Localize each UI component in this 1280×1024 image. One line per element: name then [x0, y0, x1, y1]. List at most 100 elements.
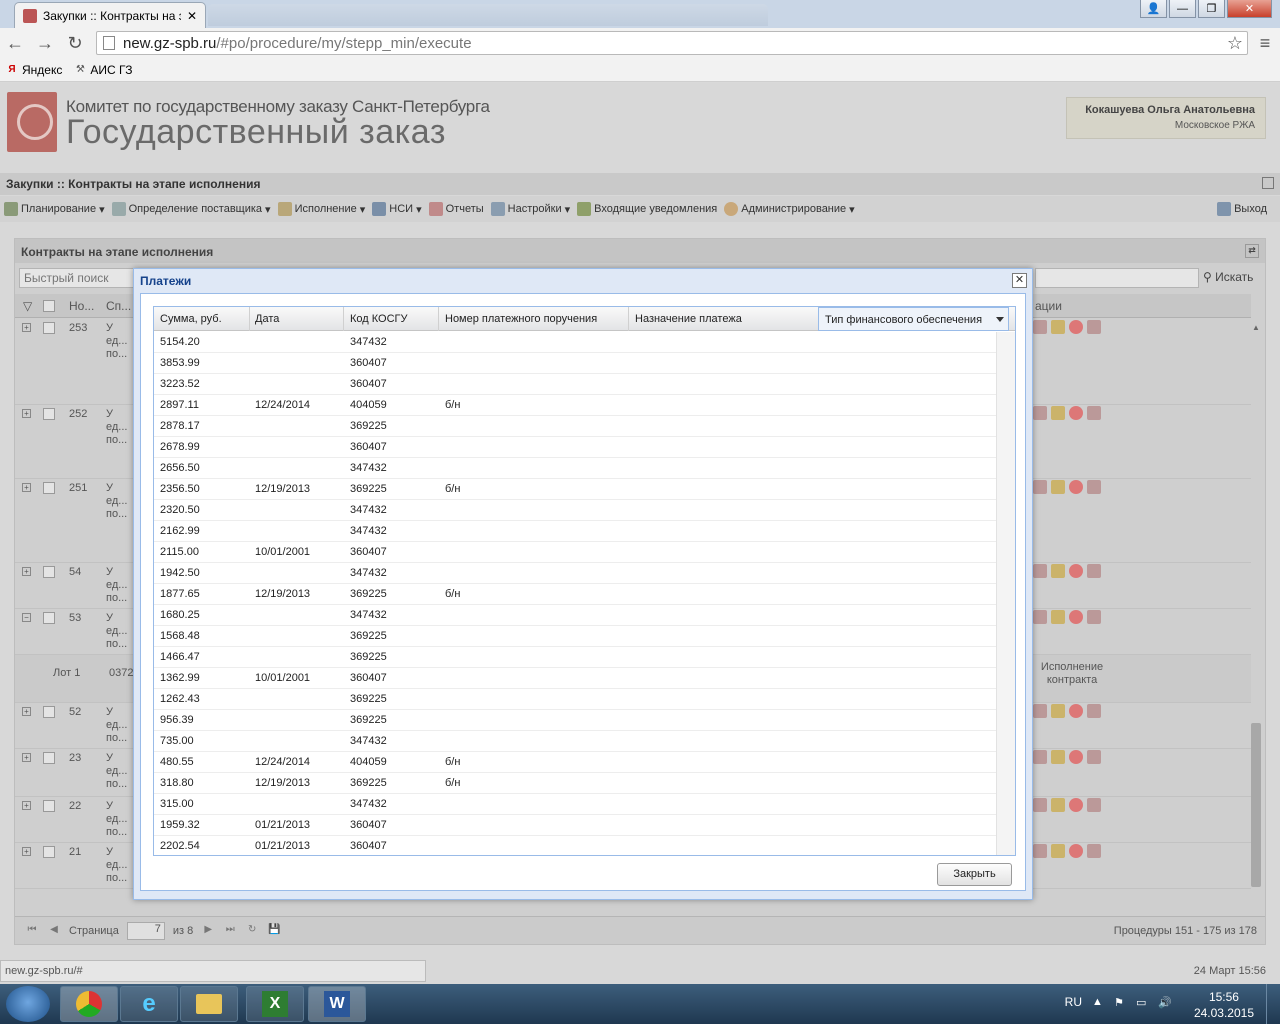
stop-icon[interactable]: [1069, 844, 1083, 858]
payment-row[interactable]: 956.39 369225: [154, 710, 996, 731]
row-checkbox[interactable]: [43, 566, 55, 578]
menu-settings[interactable]: Настройки ▾: [490, 202, 570, 216]
prev-page-icon[interactable]: ◀: [47, 924, 61, 938]
document-icon[interactable]: [1033, 406, 1047, 420]
payment-row[interactable]: 735.00 347432: [154, 731, 996, 752]
stop-icon[interactable]: [1069, 564, 1083, 578]
filter-icon[interactable]: ▽: [23, 299, 32, 313]
search-field[interactable]: [1035, 268, 1199, 288]
row-checkbox[interactable]: [43, 408, 55, 420]
search-button[interactable]: ⚲ Искать: [1203, 270, 1253, 284]
document-icon[interactable]: [1033, 750, 1047, 764]
col-date[interactable]: Дата: [249, 307, 344, 331]
payment-row[interactable]: 3223.52 360407: [154, 374, 996, 395]
column-menu-icon[interactable]: [996, 317, 1004, 322]
edit-icon[interactable]: [1051, 844, 1065, 858]
users-icon[interactable]: [1087, 704, 1101, 718]
taskbar-ie[interactable]: e: [120, 986, 178, 1022]
volume-icon[interactable]: 🔊: [1158, 996, 1172, 1010]
refresh-icon[interactable]: ⇄: [1245, 244, 1259, 258]
users-icon[interactable]: [1087, 406, 1101, 420]
page-input[interactable]: 7: [126, 921, 165, 940]
edit-icon[interactable]: [1051, 610, 1065, 624]
save-icon[interactable]: 💾: [267, 924, 281, 938]
document-icon[interactable]: [1033, 320, 1047, 334]
expand-icon[interactable]: +: [22, 801, 31, 810]
payment-row[interactable]: 2115.00 10/01/2001 360407: [154, 542, 996, 563]
chrome-menu-icon[interactable]: ≡: [1250, 33, 1280, 54]
next-page-icon[interactable]: ▶: [201, 924, 215, 938]
contracts-scrollbar[interactable]: ▲: [1249, 319, 1263, 899]
col-operations[interactable]: ации: [1035, 299, 1062, 313]
users-icon[interactable]: [1087, 798, 1101, 812]
col-number[interactable]: Но...: [69, 299, 94, 313]
back-icon[interactable]: ←: [0, 33, 30, 54]
bookmark-yandex[interactable]: Я Яндекс: [6, 63, 62, 77]
maximize-button[interactable]: ❐: [1198, 0, 1225, 18]
payment-row[interactable]: 1877.65 12/19/2013 369225 б/н: [154, 584, 996, 605]
expand-icon[interactable]: −: [22, 613, 31, 622]
start-button[interactable]: [6, 986, 50, 1022]
payment-row[interactable]: 315.00 347432: [154, 794, 996, 815]
row-checkbox[interactable]: [43, 846, 55, 858]
bookmark-star-icon[interactable]: ☆: [1227, 33, 1243, 54]
payment-row[interactable]: 2202.54 01/21/2013 360407: [154, 836, 996, 855]
menu-planning[interactable]: Планирование ▾: [4, 202, 105, 216]
users-icon[interactable]: [1087, 844, 1101, 858]
col-kosgu[interactable]: Код КОСГУ: [344, 307, 439, 331]
payment-row[interactable]: 480.55 12/24/2014 404059 б/н: [154, 752, 996, 773]
expand-icon[interactable]: +: [22, 483, 31, 492]
payment-row[interactable]: 3853.99 360407: [154, 353, 996, 374]
close-tab-icon[interactable]: ✕: [187, 9, 197, 23]
menu-notifications[interactable]: Входящие уведомления: [577, 202, 717, 216]
edit-icon[interactable]: [1051, 564, 1065, 578]
row-checkbox[interactable]: [43, 322, 55, 334]
clock[interactable]: 15:56 24.03.2015: [1194, 989, 1254, 1021]
col-funding-type[interactable]: Тип финансового обеспечения: [818, 307, 1009, 331]
col-sum[interactable]: Сумма, руб.: [154, 307, 250, 331]
refresh-grid-icon[interactable]: ↻: [245, 924, 259, 938]
users-icon[interactable]: [1087, 480, 1101, 494]
edit-icon[interactable]: [1051, 704, 1065, 718]
payment-row[interactable]: 5154.20 347432: [154, 332, 996, 353]
payment-row[interactable]: 2162.99 347432: [154, 521, 996, 542]
document-icon[interactable]: [1033, 798, 1047, 812]
payment-row[interactable]: 1959.32 01/21/2013 360407: [154, 815, 996, 836]
edit-icon[interactable]: [1051, 406, 1065, 420]
users-icon[interactable]: [1087, 610, 1101, 624]
payment-row[interactable]: 1466.47 369225: [154, 647, 996, 668]
flag-icon[interactable]: ⚑: [1114, 996, 1128, 1010]
bookmark-ais[interactable]: ⚒ АИС ГЗ: [74, 63, 133, 77]
payment-row[interactable]: 2897.11 12/24/2014 404059 б/н: [154, 395, 996, 416]
quick-search-input[interactable]: [19, 268, 135, 288]
expand-icon[interactable]: +: [22, 847, 31, 856]
row-checkbox[interactable]: [43, 706, 55, 718]
collapse-icon[interactable]: [1262, 177, 1274, 189]
expand-icon[interactable]: +: [22, 567, 31, 576]
stop-icon[interactable]: [1069, 704, 1083, 718]
forward-icon[interactable]: →: [30, 33, 60, 54]
edit-icon[interactable]: [1051, 798, 1065, 812]
document-icon[interactable]: [1033, 564, 1047, 578]
reload-icon[interactable]: ↻: [60, 33, 90, 54]
url-input[interactable]: new.gz-spb.ru/#po/procedure/my/stepp_min…: [96, 31, 1248, 55]
row-checkbox[interactable]: [43, 800, 55, 812]
stop-icon[interactable]: [1069, 320, 1083, 334]
taskbar-excel[interactable]: X: [246, 986, 304, 1022]
payment-row[interactable]: 2356.50 12/19/2013 369225 б/н: [154, 479, 996, 500]
edit-icon[interactable]: [1051, 750, 1065, 764]
menu-supplier[interactable]: Определение поставщика ▾: [111, 202, 271, 216]
payment-row[interactable]: 2320.50 347432: [154, 500, 996, 521]
taskbar-explorer[interactable]: [180, 986, 238, 1022]
payments-scrollbar[interactable]: [996, 332, 1015, 855]
payment-row[interactable]: 1262.43 369225: [154, 689, 996, 710]
payment-row[interactable]: 1362.99 10/01/2001 360407: [154, 668, 996, 689]
menu-admin[interactable]: Администрирование ▾: [724, 202, 855, 216]
payment-row[interactable]: 2678.99 360407: [154, 437, 996, 458]
payment-row[interactable]: 2878.17 369225: [154, 416, 996, 437]
window-close-button[interactable]: ✕: [1227, 0, 1272, 18]
row-checkbox[interactable]: [43, 482, 55, 494]
expand-icon[interactable]: +: [22, 323, 31, 332]
scroll-up-icon[interactable]: ▲: [1252, 323, 1260, 332]
select-all-checkbox[interactable]: [43, 300, 55, 312]
